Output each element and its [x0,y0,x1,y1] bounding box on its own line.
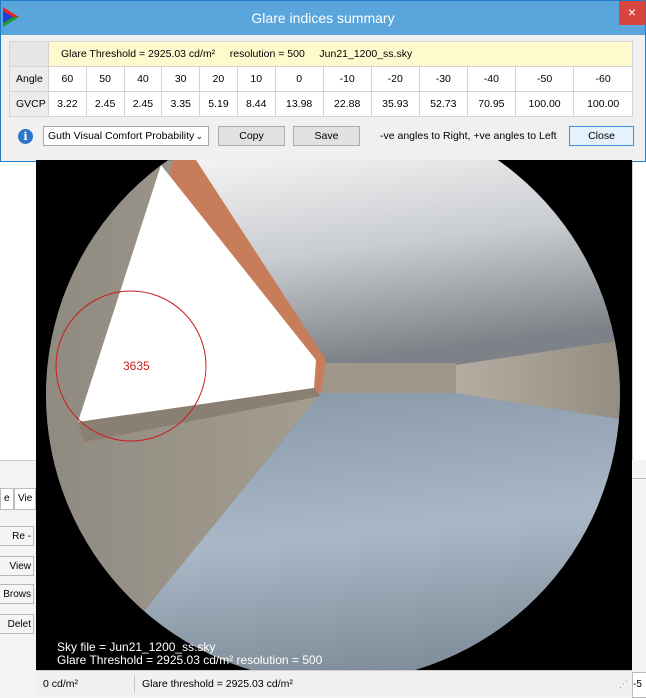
back-wall [321,363,456,395]
glare-indices-table: Glare Threshold = 2925.03 cd/m² resoluti… [9,41,633,117]
threshold-line: Glare Threshold = 2925.03 cd/m² resoluti… [57,653,323,667]
background-tab-2[interactable]: Vie [14,488,37,510]
background-separator [0,460,36,461]
table-row-angle: Angle 60 50 40 30 20 10 0 -10 -20 -30 -40 -50 -60 [9,66,633,92]
close-button[interactable]: Close [569,126,634,146]
angle-row-header: Angle [9,66,49,92]
table-header-row: Glare Threshold = 2925.03 cd/m² resoluti… [9,41,633,67]
gvcp-cell: 8.44 [236,91,276,117]
glare-source-value: 3635 [123,359,150,373]
background-browse-button[interactable]: Brows [0,584,34,604]
background-right-separator [632,478,646,479]
angle-cell: 0 [274,66,324,92]
sky-file-text: Jun21_1200_ss.sky [319,48,413,60]
save-button[interactable]: Save [293,126,360,146]
background-name-item[interactable]: Re - Na [0,526,34,546]
angle-cell: 30 [161,66,201,92]
angle-cell: -50 [514,66,575,92]
status-luminance: 0 cd/m² [43,678,79,690]
scene-group [46,160,620,670]
angle-cell: 40 [123,66,163,92]
angle-cell: -60 [573,66,633,92]
gvcp-cell: 5.19 [199,91,238,117]
background-delete-button[interactable]: Delet [0,614,34,634]
info-icon[interactable]: i [18,129,33,144]
gvcp-row-header: GVCP [9,91,49,117]
threshold-text: Glare Threshold = 2925.03 cd/m² [61,48,216,60]
background-left-panel [0,160,37,460]
gvcp-cell: 13.98 [274,91,324,117]
status-bar: 0 cd/m² Glare threshold = 2925.03 cd/m² … [36,670,632,696]
gvcp-cell: 3.35 [161,91,201,117]
table-row-gvcp: GVCP 3.22 2.45 2.45 3.35 5.19 8.44 13.98 22.88 3… [9,91,633,117]
gvcp-cell: 2.45 [85,91,125,117]
controls-row: i Guth Visual Comfort Probability ⌄ Copy… [1,125,645,151]
background-right-panel [632,160,646,460]
gvcp-cell: 35.93 [370,91,420,117]
background-view-button[interactable]: View [0,556,34,576]
status-threshold: Glare threshold = 2925.03 cd/m² [142,678,293,690]
window-close-button[interactable]: × [619,1,645,25]
angle-cell: -30 [418,66,468,92]
angle-cell: 60 [48,66,87,92]
chevron-down-icon: ⌄ [195,131,203,141]
background-tabs: e Vie [0,488,37,510]
angle-cell: -20 [370,66,420,92]
title-bar[interactable]: Glare indices summary × [1,1,645,35]
resize-grip-icon[interactable]: ⋰ [619,679,628,690]
glare-metric-selected: Guth Visual Comfort Probability [48,130,195,142]
gvcp-cell: 2.45 [123,91,163,117]
glare-metric-select[interactable]: Guth Visual Comfort Probability ⌄ [43,126,209,146]
background-right-field: -5 [632,672,646,698]
resolution-text: resolution = 500 [229,48,305,60]
status-divider [134,675,135,693]
gvcp-cell: 100.00 [514,91,575,117]
fisheye-render: 3635 [46,160,620,670]
angle-direction-note: -ve angles to Right, +ve angles to Left [380,130,557,142]
gvcp-cell: 22.88 [322,91,372,117]
angle-cell: -40 [466,66,516,92]
table-corner [9,41,49,67]
background-tab-1[interactable]: e [0,488,14,510]
angle-cell: 10 [236,66,276,92]
glare-summary-dialog: Glare indices summary × Glare Threshold … [0,0,646,162]
angle-cell: 20 [199,66,238,92]
gvcp-cell: 100.00 [573,91,633,117]
viewer-info-overlay: Sky file = Jun21_1200_ss.sky Glare Thres… [57,641,322,667]
angle-cell: -10 [322,66,372,92]
gvcp-cell: 3.22 [48,91,87,117]
window-title: Glare indices summary [251,10,395,26]
angle-cell: 50 [85,66,125,92]
gvcp-cell: 52.73 [418,91,468,117]
summary-header-cell: Glare Threshold = 2925.03 cd/m² resoluti… [48,41,633,67]
fisheye-image-viewer[interactable]: 3635 [36,160,632,670]
gvcp-cell: 70.95 [466,91,516,117]
copy-button[interactable]: Copy [218,126,285,146]
